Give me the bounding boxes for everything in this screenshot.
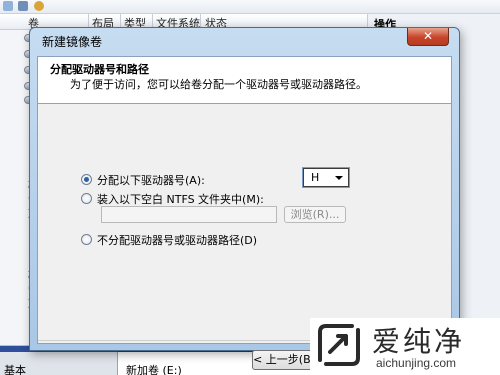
mount-folder-label[interactable]: 装入以下空白 NTFS 文件夹中(M): [97,191,264,207]
banner-subtitle: 为了便于访问，您可以给卷分配一个驱动器号或驱动器路径。 [70,78,367,91]
browse-button[interactable]: 浏览(R)... [284,206,346,223]
drive-letter-value: H [311,171,320,184]
dialog-titlebar[interactable]: 新建镜像卷 ✕ [30,28,459,52]
toolbar-list-icon[interactable] [18,1,28,11]
background-toolbar [0,0,500,14]
disk-type-label: 基本 [4,364,26,375]
watermark-logo-icon [318,324,360,366]
close-button[interactable]: ✕ [407,28,449,46]
new-mirrored-volume-dialog: 新建镜像卷 ✕ 分配驱动器号和路径 为了便于访问，您可以给卷分配一个驱动器号或驱… [29,27,460,370]
mount-path-input[interactable] [101,206,277,223]
watermark: 爱纯净 aichunjing.com [310,318,500,375]
volume-label[interactable]: 新加卷 (E:) [126,362,182,375]
toolbar-refresh-icon[interactable] [3,1,13,11]
wizard-banner: 分配驱动器号和路径 为了便于访问，您可以给卷分配一个驱动器号或驱动器路径。 [38,57,451,104]
no-assign-label[interactable]: 不分配驱动器号或驱动器路径(D) [97,232,257,248]
assign-letter-radio[interactable] [81,174,92,185]
close-icon: ✕ [422,29,434,43]
chevron-down-icon [335,176,343,180]
mount-folder-radio[interactable] [81,193,92,204]
dialog-title: 新建镜像卷 [42,35,103,49]
assign-letter-label[interactable]: 分配以下驱动器号(A): [97,172,205,188]
toolbar-gear-icon[interactable] [34,1,44,11]
dialog-body: 分配驱动器号和路径 为了便于访问，您可以给卷分配一个驱动器号或驱动器路径。 分配… [37,56,452,370]
watermark-text: 爱纯净 [372,325,466,358]
banner-title: 分配驱动器号和路径 [50,63,149,76]
no-assign-radio[interactable] [81,234,92,245]
drive-letter-select[interactable]: H [302,167,350,188]
back-button[interactable]: < 上一步(B) [252,350,316,370]
watermark-url: aichunjing.com [376,356,457,370]
